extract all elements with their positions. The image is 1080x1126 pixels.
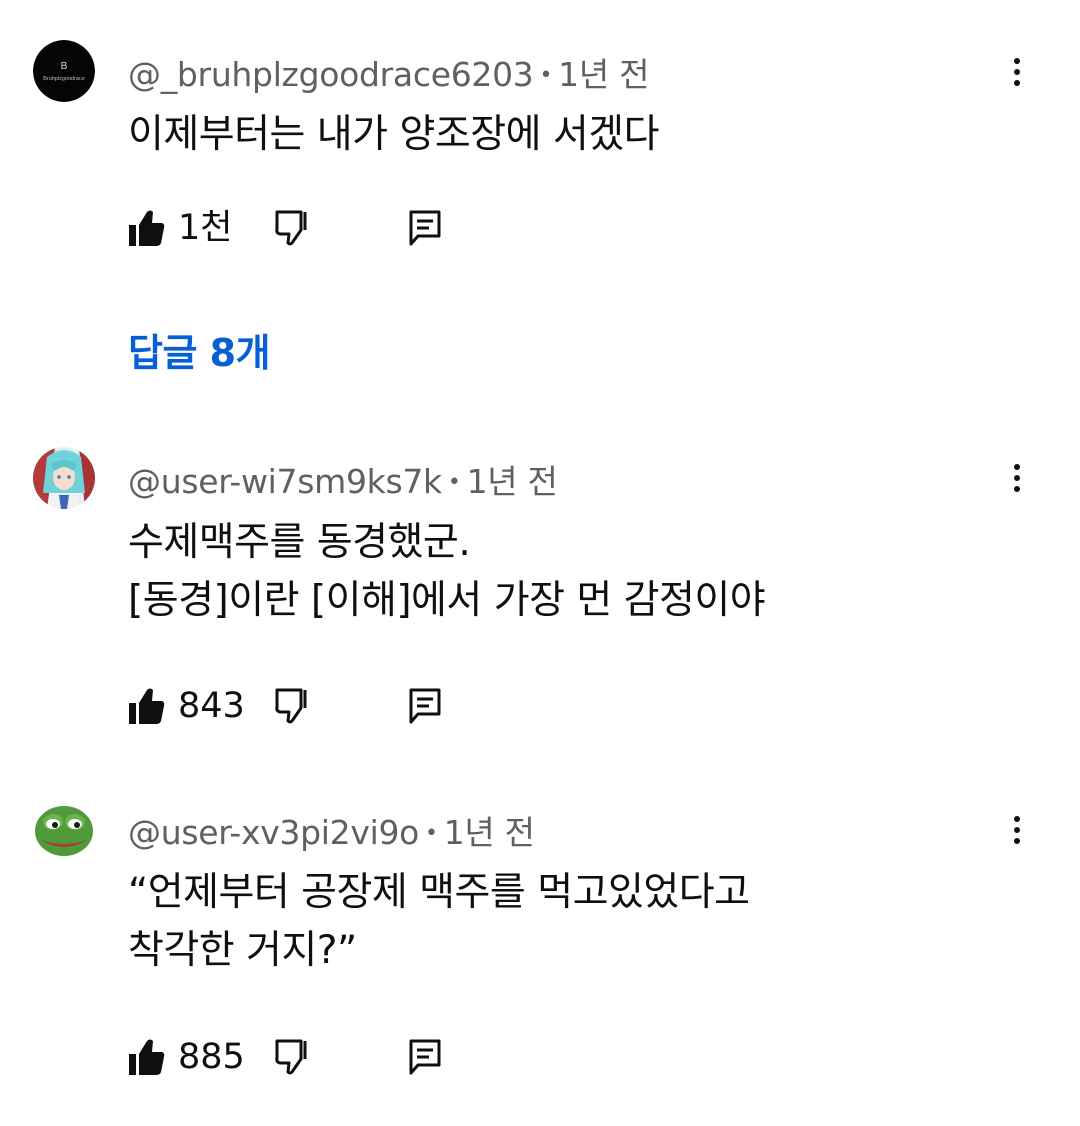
avatar-image (33, 798, 95, 860)
comment-author[interactable]: @user-wi7sm9ks7k (128, 462, 442, 501)
like-count: 1천 (178, 208, 233, 248)
reply-button[interactable] (408, 684, 442, 728)
comment-author[interactable]: @_bruhplzgoodrace6203 (128, 55, 534, 94)
comment-line: 이제부터는 내가 양조장에 서겠다 (128, 112, 660, 157)
comment-line: [동경]이란 [이해]에서 가장 먼 감정이야 (128, 578, 766, 623)
dislike-button[interactable] (274, 206, 312, 250)
avatar[interactable]: B Bruhplzgoodrace (33, 40, 95, 102)
like-button[interactable] (128, 684, 166, 728)
comment-time: 1년 전 (443, 813, 535, 852)
reply-icon (409, 210, 441, 246)
like-button[interactable] (128, 206, 166, 250)
thumbs-down-icon (275, 1039, 307, 1075)
comment-text: 이제부터는 내가 양조장에 서겠다 (128, 106, 1008, 164)
meta-separator: • (447, 470, 461, 495)
comment-meta: @user-wi7sm9ks7k • 1년 전 (128, 455, 558, 503)
avatar-image: B Bruhplzgoodrace (33, 40, 95, 102)
comment-author[interactable]: @user-xv3pi2vi9o (128, 813, 419, 852)
dislike-button[interactable] (274, 1035, 312, 1079)
comment-text: “언제부터 공장제 맥주를 먹고있었다고 착각한 거지?” (128, 864, 1008, 980)
comment-text: 수제맥주를 동경했군. [동경]이란 [이해]에서 가장 먼 감정이야 (128, 514, 1008, 630)
more-vert-icon[interactable] (1000, 50, 1034, 94)
thumbs-up-icon (129, 1039, 165, 1075)
comment-time: 1년 전 (558, 55, 650, 94)
reply-icon (409, 1039, 441, 1075)
avatar[interactable] (33, 798, 95, 860)
reply-button[interactable] (408, 206, 442, 250)
comment-line: 착각한 거지?” (128, 928, 357, 973)
comment-line: “언제부터 공장제 맥주를 먹고있었다고 (128, 870, 750, 915)
dislike-button[interactable] (274, 684, 312, 728)
avatar-image (33, 447, 95, 509)
comment-time: 1년 전 (466, 462, 558, 501)
meta-separator: • (425, 821, 438, 846)
thumbs-down-icon (275, 210, 307, 246)
thumbs-down-icon (275, 688, 307, 724)
comment-meta: @_bruhplzgoodrace6203 • 1년 전 (128, 48, 649, 96)
more-vert-icon[interactable] (1000, 456, 1034, 500)
like-button[interactable] (128, 1035, 166, 1079)
replies-toggle-button[interactable]: 답글 8개 (128, 322, 271, 377)
thumbs-up-icon (129, 210, 165, 246)
avatar-initial: B (61, 61, 68, 72)
reply-button[interactable] (408, 1035, 442, 1079)
comment-line: 수제맥주를 동경했군. (128, 520, 471, 565)
meta-separator: • (539, 63, 553, 88)
avatar[interactable] (33, 447, 95, 509)
thumbs-up-icon (129, 688, 165, 724)
more-vert-icon[interactable] (1000, 808, 1034, 852)
like-count: 885 (178, 1037, 245, 1077)
like-count: 843 (178, 686, 245, 726)
reply-icon (409, 688, 441, 724)
comment-meta: @user-xv3pi2vi9o • 1년 전 (128, 806, 535, 854)
avatar-caption: Bruhplzgoodrace (43, 76, 85, 82)
